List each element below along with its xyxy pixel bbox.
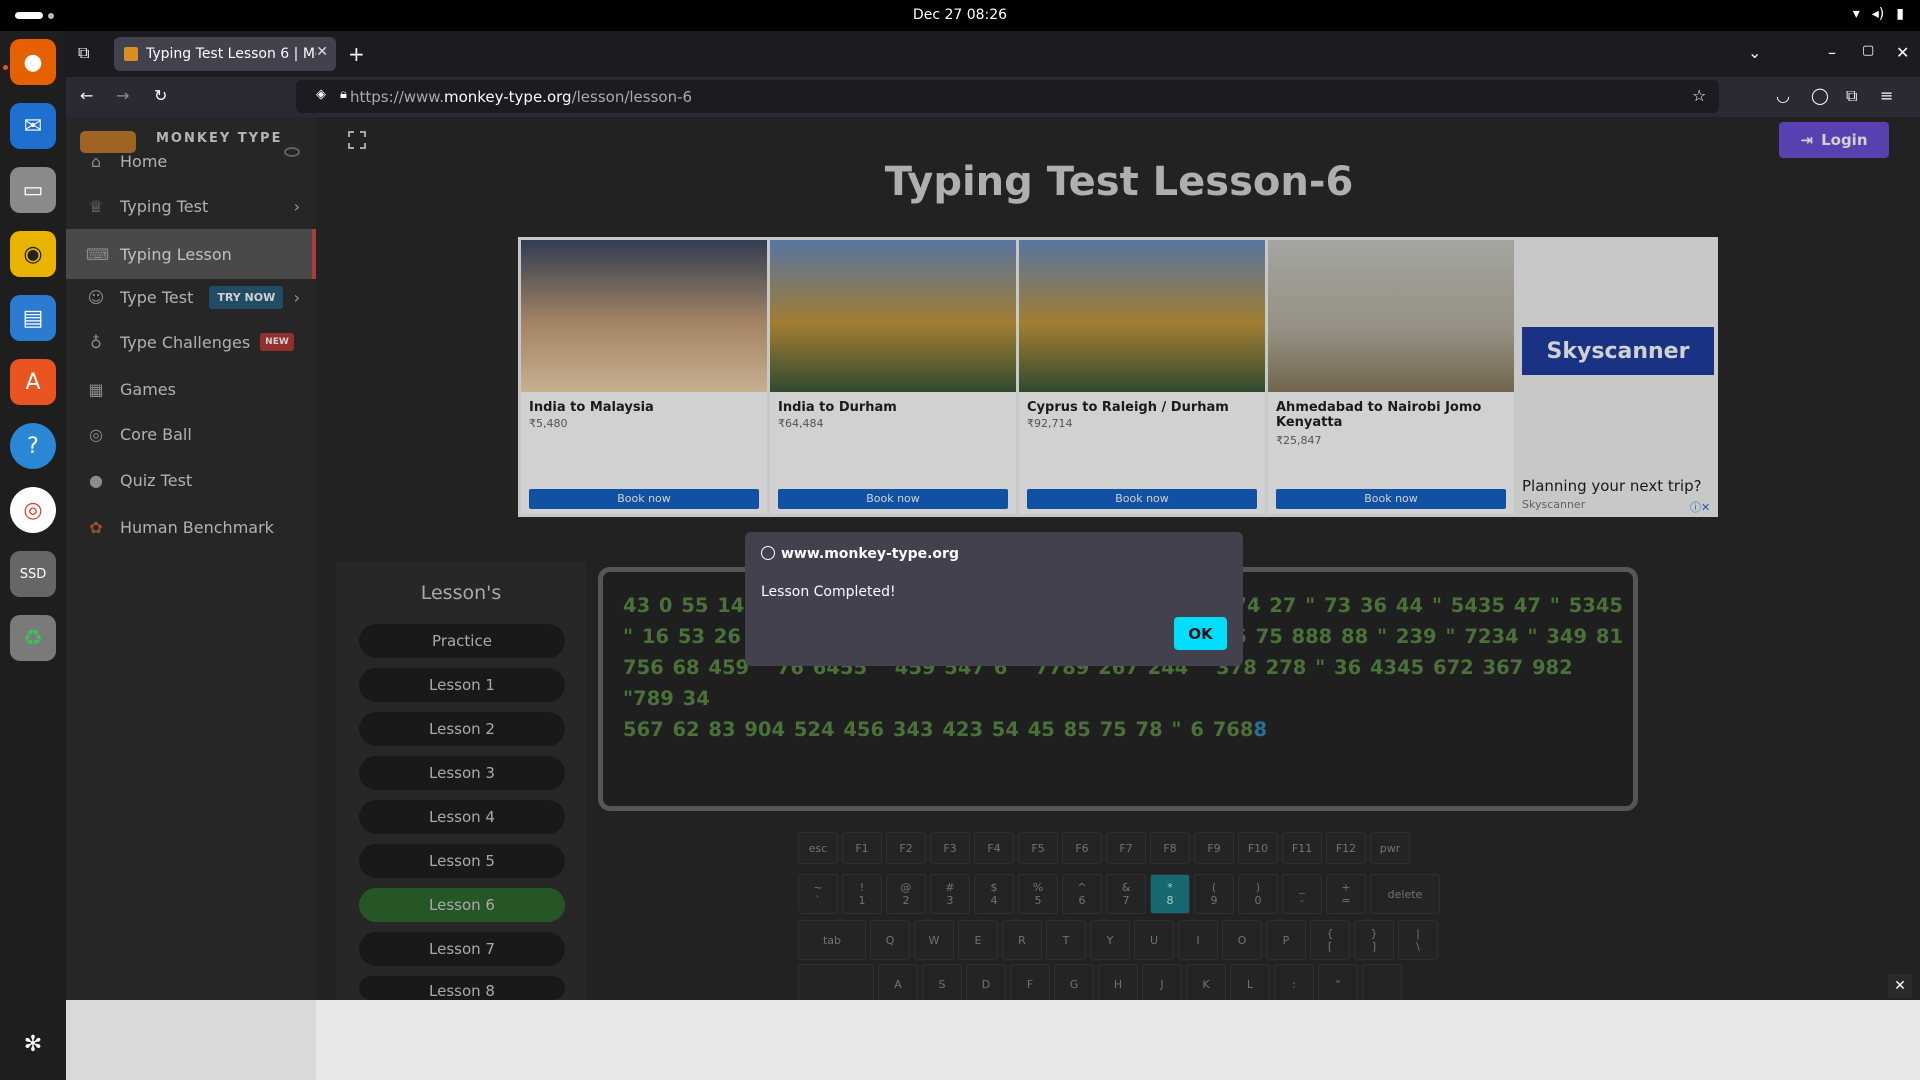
bottom-ad-left [66, 1000, 316, 1080]
bookmark-star-icon[interactable]: ☆ [1692, 86, 1706, 105]
forward-icon[interactable]: → [116, 86, 129, 105]
help-icon[interactable]: ? [10, 423, 56, 469]
bottom-ad-area [66, 1000, 1920, 1080]
tab-bar: ⧉ Typing Test Lesson 6 | Mo ✕ + ⌄ – ▢ ✕ [66, 31, 1920, 77]
trash-icon[interactable]: ♻ [10, 615, 56, 661]
show-apps-icon[interactable]: ✻ [10, 1021, 56, 1067]
pocket-icon[interactable]: ◡ [1776, 86, 1790, 105]
reload-icon[interactable]: ↻ [154, 86, 167, 105]
files-icon[interactable]: ▭ [10, 167, 56, 213]
close-tab-icon[interactable]: ✕ [316, 44, 328, 60]
dialog-message: Lesson Completed! [761, 584, 896, 600]
maximize-icon[interactable]: ▢ [1862, 43, 1874, 58]
favicon-icon [124, 47, 138, 61]
firefox-icon[interactable]: ● [10, 39, 56, 85]
url-domain: monkey-type.org [443, 87, 572, 106]
dialog-origin: www.monkey-type.org [761, 546, 959, 562]
navigation-bar: ← → ↻ https://www. monkey-type.org/lesson… [66, 77, 1920, 117]
minimize-icon[interactable]: – [1828, 43, 1836, 62]
tab-active[interactable]: Typing Test Lesson 6 | Mo ✕ [114, 37, 336, 71]
rhythmbox-icon[interactable]: ◉ [10, 231, 56, 277]
alert-dialog: www.monkey-type.org Lesson Completed! OK [745, 532, 1243, 666]
dock: ● ✉ ▭ ◉ ▤ A ? ◎ SSD ♻ ✻ [0, 31, 66, 1080]
thunderbird-icon[interactable]: ✉ [10, 103, 56, 149]
running-indicator [3, 65, 8, 70]
extensions-icon[interactable]: ⧉ [1846, 86, 1857, 106]
app-center-icon[interactable]: A [10, 359, 56, 405]
system-tray[interactable]: ▾ ◂) ▮ [1853, 6, 1904, 22]
url-prefix: https://www. [350, 87, 444, 106]
battery-icon[interactable]: ▮ [1896, 6, 1904, 22]
writer-icon[interactable]: ▤ [10, 295, 56, 341]
url-path: /lesson/lesson-6 [571, 87, 693, 106]
close-ad-icon[interactable]: ✕ [1888, 974, 1912, 998]
menu-icon[interactable]: ≡ [1880, 86, 1893, 105]
shield-icon[interactable]: ◈ [316, 87, 326, 102]
close-window-icon[interactable]: ✕ [1896, 43, 1909, 62]
account-icon[interactable]: ◯ [1811, 86, 1829, 105]
dialog-origin-text: www.monkey-type.org [781, 546, 959, 562]
back-icon[interactable]: ← [80, 86, 93, 105]
volume-icon[interactable]: ◂) [1872, 6, 1885, 22]
ok-button[interactable]: OK [1174, 617, 1227, 650]
disk-icon[interactable]: SSD [10, 551, 56, 597]
globe-icon [761, 546, 775, 560]
tab-title: Typing Test Lesson 6 | Mo [146, 46, 316, 62]
url-bar[interactable]: https://www. monkey-type.org/lesson/lesso… [296, 80, 1719, 113]
wifi-icon[interactable]: ▾ [1853, 6, 1860, 22]
chrome-icon[interactable]: ◎ [10, 487, 56, 533]
tab-overview-icon[interactable]: ⧉ [78, 43, 89, 63]
system-top-bar: Dec 27 08:26 ▾ ◂) ▮ [0, 0, 1920, 31]
lock-icon[interactable]: 🔒︎ [340, 87, 347, 102]
clock[interactable]: Dec 27 08:26 [0, 7, 1920, 23]
list-tabs-icon[interactable]: ⌄ [1748, 43, 1761, 62]
new-tab-icon[interactable]: + [348, 42, 365, 66]
